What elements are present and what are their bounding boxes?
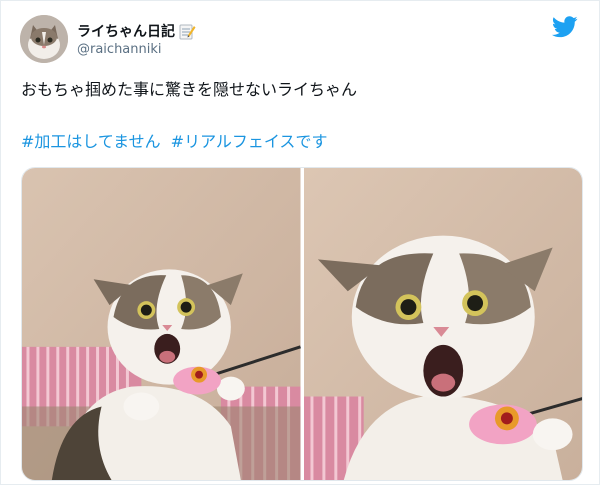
tweet-media [21,167,583,481]
display-name-text: ライちゃん日記 [77,24,175,40]
user-handle[interactable]: @raichanniki [77,42,162,57]
photo-left[interactable] [22,168,301,480]
hashtag-link[interactable]: #加工はしてません [21,131,161,153]
hashtag-suffix[interactable]: です [295,132,327,151]
avatar[interactable] [20,15,68,63]
tweet-card[interactable]: ライちゃん日記 @raichanniki おもちゃ掴めた事に驚きを隠せないライち… [0,0,600,485]
hashtag-group: #リアルフェイスです [171,131,328,153]
memo-icon [179,24,196,39]
photo-right[interactable] [303,168,582,480]
twitter-bird-icon[interactable] [552,16,578,38]
display-name[interactable]: ライちゃん日記 [77,21,196,41]
hashtag-link[interactable]: #リアルフェイス [171,132,296,151]
cat-photo-left [22,168,301,480]
tweet-text: おもちゃ掴めた事に驚きを隠せないライちゃん [21,80,358,99]
cat-avatar-icon [20,15,68,63]
cat-photo-right [303,168,582,480]
hashtag-row: #加工はしてません #リアルフェイスです [21,131,327,153]
